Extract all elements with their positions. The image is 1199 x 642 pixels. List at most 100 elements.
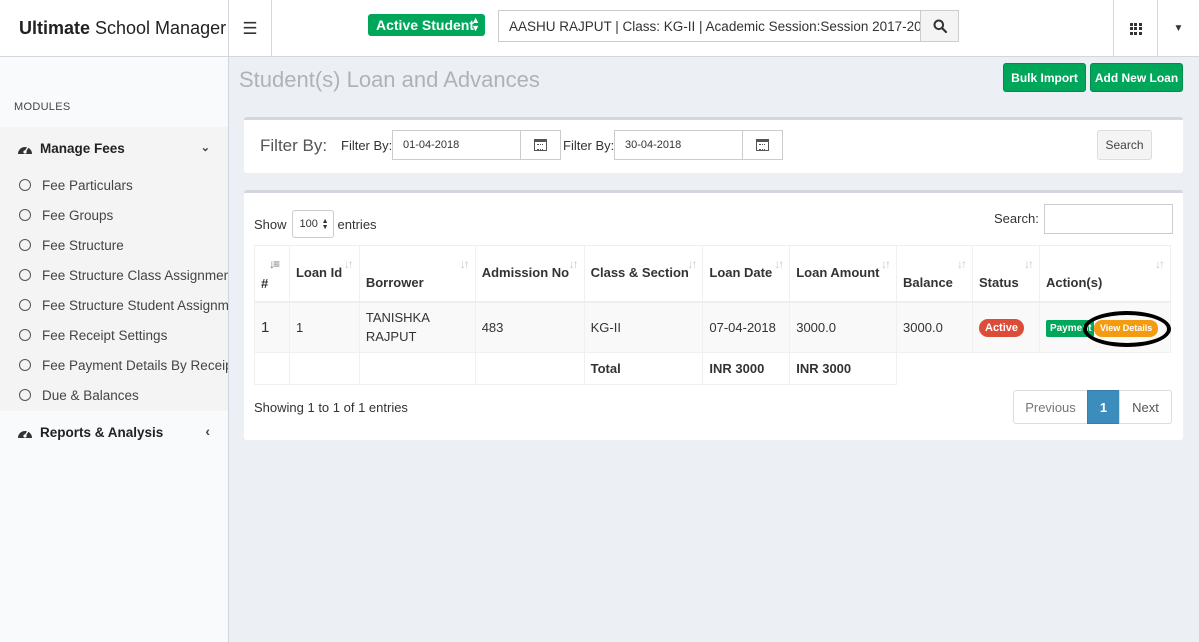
page-title: Student(s) Loan and Advances: [239, 67, 540, 92]
sidebar-item-fee-structure-class[interactable]: Fee Structure Class Assignment: [0, 260, 228, 290]
from-date-label: Filter By:: [341, 138, 393, 153]
to-calendar-button[interactable]: [743, 130, 783, 160]
cell-loan-id: 1: [288, 301, 360, 353]
sort-icon: ↓↑: [343, 257, 354, 271]
sidebar-item-label: Fee Structure: [42, 237, 124, 253]
brand-rest: School Manager: [95, 18, 227, 38]
page-length-select[interactable]: 100 ▲ ▼: [291, 210, 334, 238]
sidebar-item-label: Fee Payment Details By Receipt No: [42, 357, 228, 373]
manage-fees-group: Manage Fees ⌄ Fee Particulars Fee Groups…: [0, 127, 228, 411]
search-button[interactable]: [920, 10, 959, 42]
cell-empty: [897, 353, 973, 385]
sidebar-item-reports[interactable]: Reports & Analysis ‹: [0, 417, 228, 447]
sidebar-item-label: Fee Particulars: [42, 177, 133, 193]
sidebar-item-fee-particulars[interactable]: Fee Particulars: [0, 170, 228, 200]
cell-empty: [254, 352, 290, 385]
manage-fees-label: Manage Fees: [40, 140, 125, 156]
col-label: Borrower: [365, 275, 424, 291]
app-logo[interactable]: Ultimate School Manager: [0, 0, 229, 57]
sidebar-item-label: Fee Groups: [42, 207, 114, 223]
sidebar-item-fee-structure[interactable]: Fee Structure: [0, 230, 228, 260]
cell-empty: [358, 352, 476, 385]
circle-icon: [19, 329, 31, 341]
next-page-button[interactable]: Next: [1119, 390, 1172, 424]
highlight-ring: [1082, 310, 1171, 347]
from-calendar-button[interactable]: [521, 130, 561, 160]
entries-label: entries: [337, 216, 377, 232]
sidebar: MODULES Manage Fees ⌄ Fee Particulars Fe…: [0, 57, 229, 642]
col-balance[interactable]: Balance ↓↑: [896, 245, 973, 303]
cell-loan-amount: 3000.0: [789, 301, 898, 353]
active-student-select[interactable]: Active Student ▲ ▼: [368, 14, 485, 36]
total-label: Total: [583, 352, 704, 385]
col-loan-amount[interactable]: Loan Amount ↓↑: [789, 245, 898, 303]
circle-icon: [19, 209, 31, 221]
col-loan-date[interactable]: Loan Date ↓↑: [702, 245, 791, 303]
col-label: Loan Amount: [796, 265, 880, 281]
show-label: Show: [254, 216, 287, 232]
menu-toggle-icon[interactable]: ☰: [229, 0, 272, 57]
brand-bold: Ultimate: [19, 18, 91, 38]
col-loan-id[interactable]: Loan Id ↓↑: [288, 245, 360, 303]
table-row: 1 1 TANISHKA RAJPUT 483 KG-II 07-04-2018…: [254, 301, 1172, 353]
page-length-value: 100: [299, 218, 318, 230]
sort-icon: ↓↑: [957, 257, 967, 271]
sidebar-item-due-balances[interactable]: Due & Balances: [0, 380, 228, 410]
sidebar-item-manage-fees[interactable]: Manage Fees ⌄: [0, 127, 228, 169]
col-label: Class & Section: [590, 265, 689, 281]
col-label: Status: [979, 275, 1019, 291]
sort-icon: ↓↑: [774, 257, 784, 271]
filter-search-button[interactable]: Search: [1097, 130, 1152, 160]
circle-icon: [19, 269, 31, 281]
sidebar-item-fee-receipt-settings[interactable]: Fee Receipt Settings: [0, 320, 228, 350]
col-num[interactable]: # ↓≡: [254, 245, 290, 303]
page-1-button[interactable]: 1: [1087, 390, 1120, 424]
cell-empty: [474, 352, 585, 385]
dashboard-icon: [17, 426, 33, 439]
user-menu-caret-icon[interactable]: ▼: [1158, 0, 1199, 57]
col-borrower[interactable]: Borrower ↓↑: [358, 245, 476, 303]
col-label: Balance: [903, 275, 953, 291]
sidebar-item-label: Fee Receipt Settings: [42, 327, 168, 343]
chevron-down-icon: ⌄: [200, 142, 210, 154]
to-date-input[interactable]: 30-04-2018: [614, 130, 743, 160]
student-search-input[interactable]: AASHU RAJPUT | Class: KG-II | Academic S…: [498, 10, 920, 42]
cell-balance: 3000.0: [896, 301, 973, 353]
col-status[interactable]: Status ↓↑: [972, 245, 1040, 303]
from-date-input[interactable]: 01-04-2018: [392, 130, 521, 160]
cell-loan-date: 07-04-2018: [702, 301, 791, 353]
circle-icon: [19, 389, 31, 401]
sidebar-item-label: Due & Balances: [42, 387, 139, 403]
apps-button[interactable]: [1113, 0, 1158, 57]
cell-actions: Payment View Details: [1038, 301, 1172, 353]
filter-panel: Filter By: Filter By: 01-04-2018 Filter …: [244, 117, 1183, 173]
total-loan-date: INR 3000: [702, 352, 791, 385]
sort-icon: ↓↑: [881, 257, 891, 271]
table-search-label: Search:: [994, 211, 1039, 226]
loans-table: # ↓≡ Loan Id ↓↑ Borrower ↓↑ Admission No ↓↑ …: [254, 245, 1172, 385]
col-label: Admission No: [481, 265, 570, 281]
cell-admission-no: 483: [474, 301, 585, 353]
view-details-button[interactable]: View Details: [1082, 310, 1171, 347]
cell-empty: [1039, 353, 1170, 385]
col-class-section[interactable]: Class & Section ↓↑: [583, 245, 704, 303]
col-label: #: [261, 276, 269, 292]
previous-page-button[interactable]: Previous: [1013, 390, 1088, 424]
sidebar-item-fee-structure-student[interactable]: Fee Structure Student Assignment: [0, 290, 228, 320]
sidebar-item-fee-payment-details[interactable]: Fee Payment Details By Receipt No: [0, 350, 228, 380]
top-navbar: Ultimate School Manager ☰ Active Student…: [0, 0, 1199, 57]
col-admission-no[interactable]: Admission No ↓↑: [474, 245, 585, 303]
grid-icon: [1129, 22, 1142, 35]
sidebar-item-fee-groups[interactable]: Fee Groups: [0, 200, 228, 230]
circle-icon: [19, 239, 31, 251]
table-search-input[interactable]: [1044, 204, 1173, 234]
table-total-row: Total INR 3000 INR 3000: [254, 352, 1171, 385]
bulk-import-button[interactable]: Bulk Import: [1003, 63, 1086, 92]
sort-icon: ↓↑: [1023, 257, 1034, 271]
sort-icon: ↓↑: [568, 257, 579, 271]
cell-empty: [973, 353, 1040, 385]
cell-class-section: KG-II: [583, 301, 704, 353]
select-arrows-icon: ▲ ▼: [321, 218, 329, 231]
col-actions[interactable]: Action(s) ↓↑: [1038, 245, 1172, 303]
add-new-loan-button[interactable]: Add New Loan: [1090, 63, 1183, 92]
